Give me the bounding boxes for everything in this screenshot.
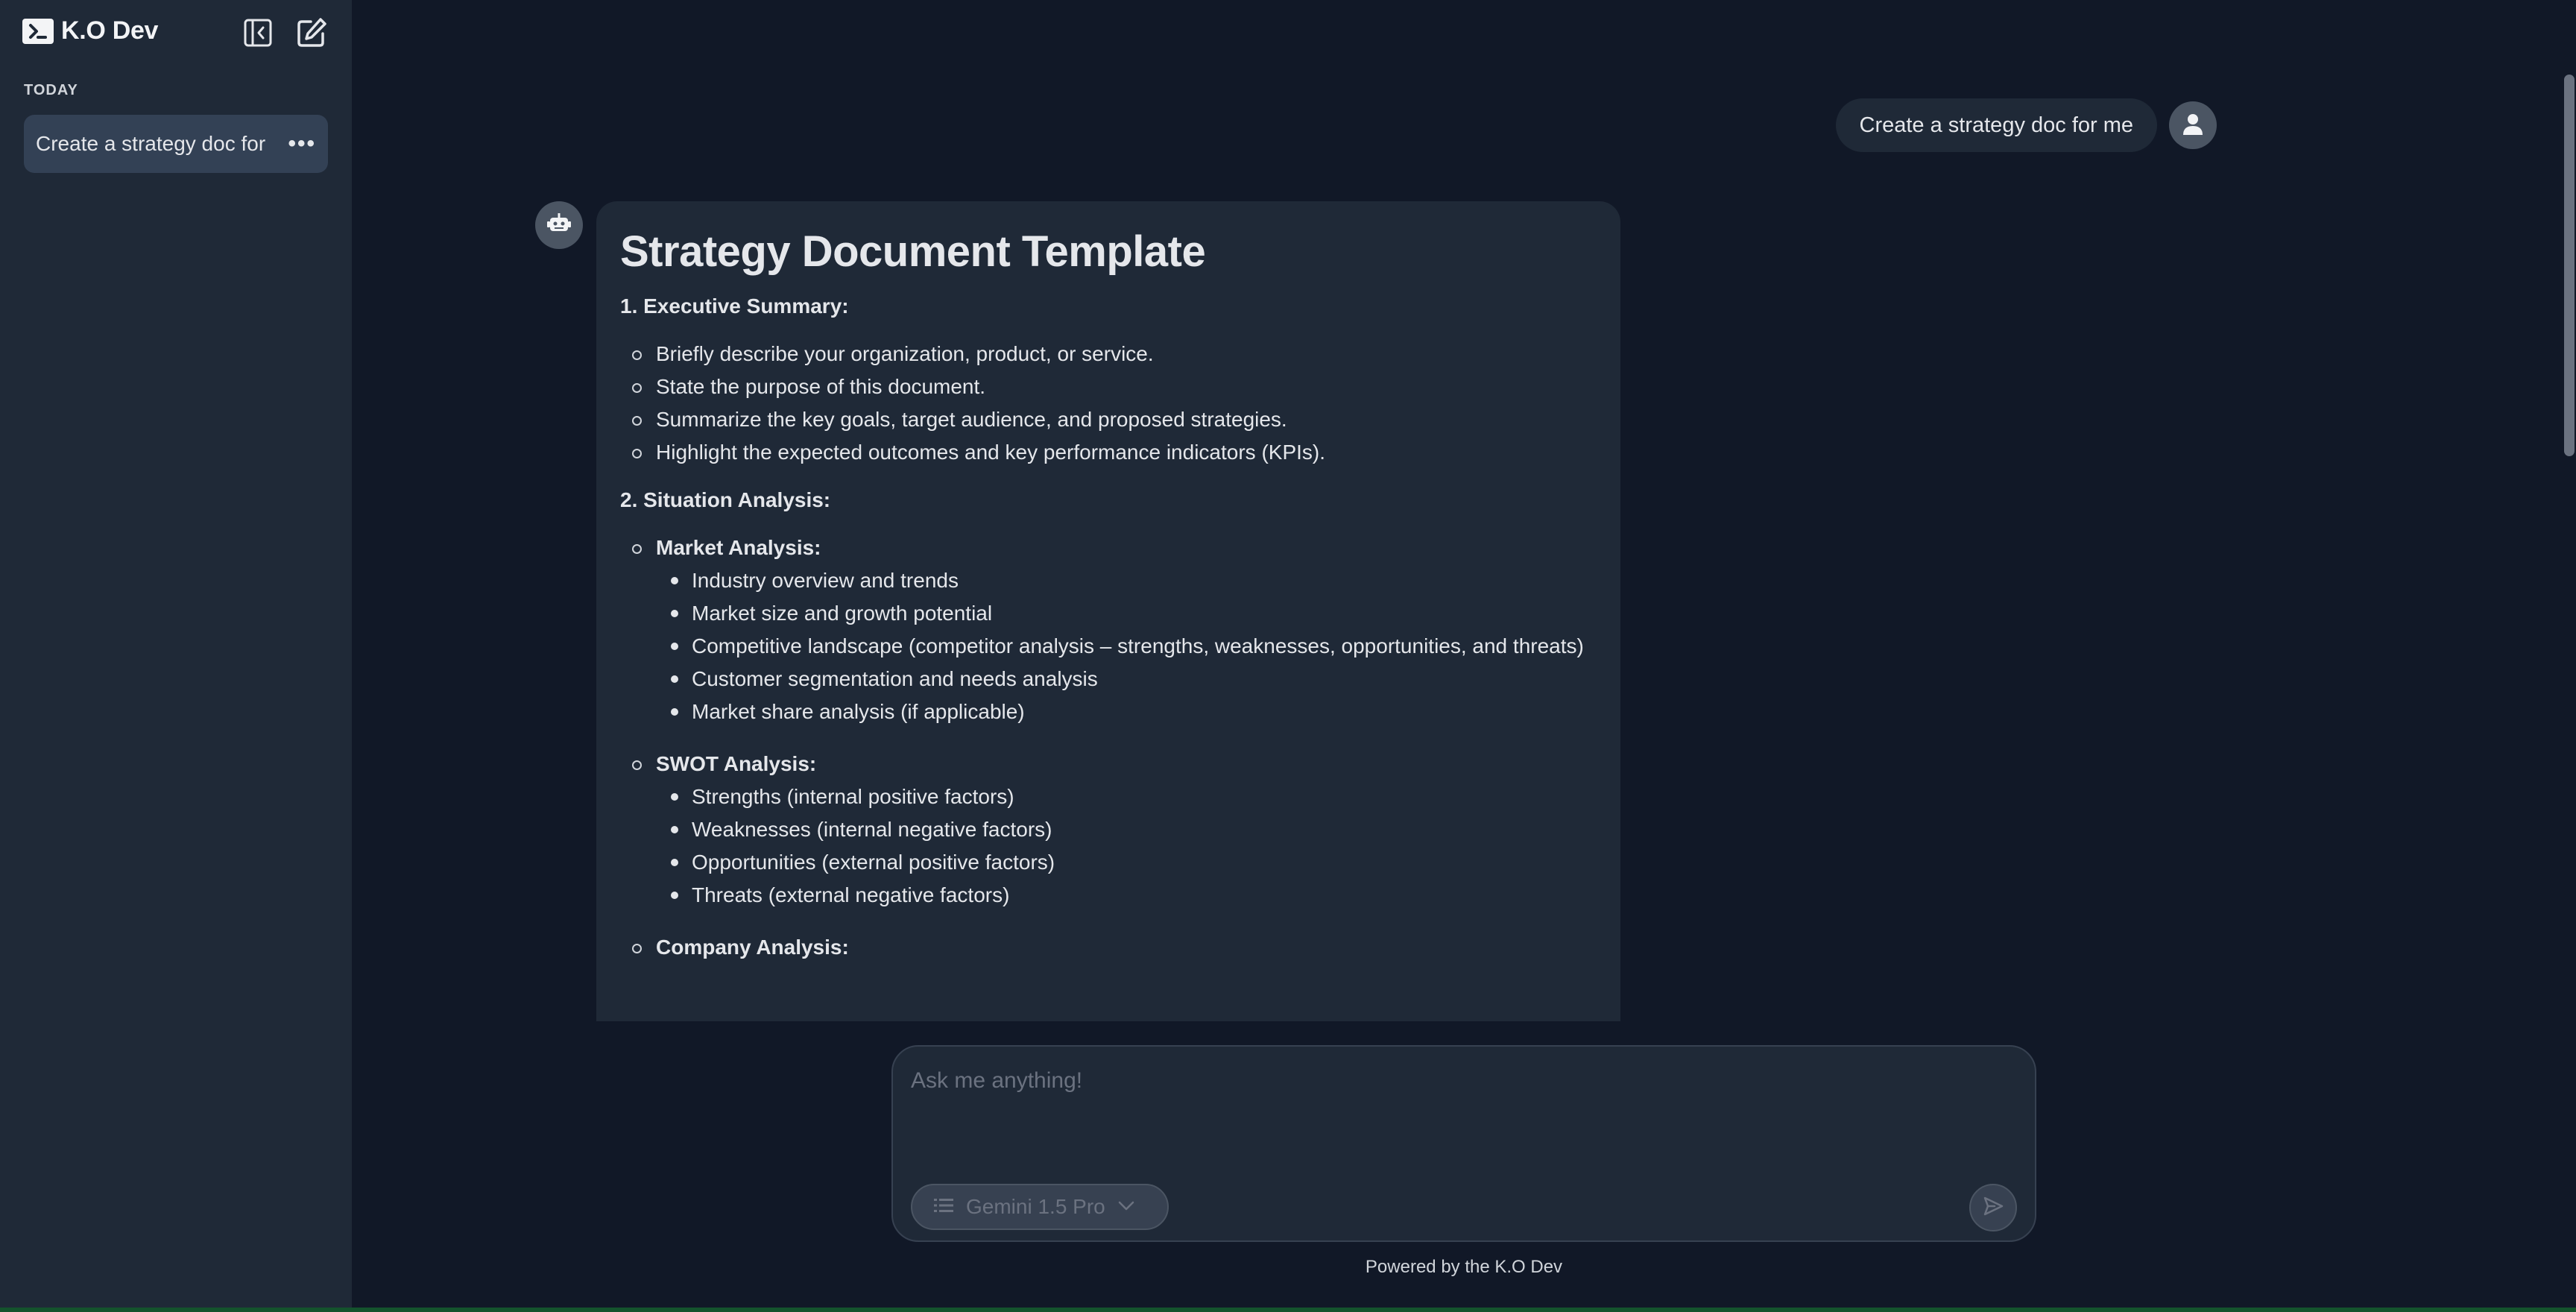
terminal-icon: [22, 18, 54, 44]
sidebar-collapse-icon: [243, 18, 273, 51]
sub-bullet-list: Strengths (internal positive factors) We…: [656, 780, 1597, 912]
list-item: Opportunities (external positive factors…: [671, 846, 1597, 879]
list-item: Customer segmentation and needs analysis: [671, 663, 1597, 696]
bullet-list: Briefly describe your organization, prod…: [620, 338, 1597, 469]
app-window: K.O Dev TODAY Create a strategy doc for …: [0, 0, 2576, 1312]
list-item: Briefly describe your organization, prod…: [632, 338, 1597, 370]
edit-icon: [296, 17, 327, 52]
footer-note: Powered by the K.O Dev: [1365, 1257, 1563, 1277]
list-icon: [933, 1196, 954, 1218]
subsection-heading: SWOT Analysis:: [656, 752, 817, 775]
brand[interactable]: K.O Dev: [22, 16, 158, 45]
assistant-response: Strategy Document Template 1. Executive …: [596, 201, 1620, 1021]
list-group: Company Analysis:: [632, 931, 1597, 964]
more-options-icon[interactable]: •••: [288, 131, 316, 157]
section-heading: 2. Situation Analysis:: [620, 488, 831, 511]
list-item: Industry overview and trends: [671, 564, 1597, 597]
list-item: Summarize the key goals, target audience…: [632, 403, 1597, 436]
model-selector-label: Gemini 1.5 Pro: [966, 1195, 1105, 1218]
user-message-bubble: Create a strategy doc for me: [1835, 98, 2157, 152]
section-label-today: TODAY: [24, 82, 78, 98]
send-icon: [1982, 1195, 2004, 1221]
user-message-row: Create a strategy doc for me: [1835, 98, 2217, 152]
sidebar: K.O Dev TODAY Create a strategy doc for …: [0, 0, 352, 1312]
subsection-heading: Company Analysis:: [656, 936, 849, 959]
model-selector[interactable]: Gemini 1.5 Pro: [911, 1184, 1169, 1230]
list-item: State the purpose of this document.: [632, 370, 1597, 403]
list-item: Strengths (internal positive factors): [671, 780, 1597, 813]
list-item: Highlight the expected outcomes and key …: [632, 436, 1597, 469]
list-group: Market Analysis: Industry overview and t…: [632, 532, 1597, 728]
response-title: Strategy Document Template: [620, 227, 1206, 276]
list-item: Market share analysis (if applicable): [671, 696, 1597, 728]
chat-history-item-label: Create a strategy doc for: [36, 132, 266, 155]
user-avatar: [2169, 101, 2217, 149]
brand-name: K.O Dev: [61, 16, 159, 45]
chevron-down-icon: [1117, 1199, 1135, 1215]
assistant-avatar: [535, 201, 583, 249]
list-item: Market size and growth potential: [671, 597, 1597, 630]
chat-history-item[interactable]: Create a strategy doc for •••: [24, 115, 328, 173]
list-group: SWOT Analysis: Strengths (internal posit…: [632, 748, 1597, 912]
message-composer: Gemini 1.5 Pro: [891, 1045, 2036, 1242]
list-item: Competitive landscape (competitor analys…: [671, 630, 1597, 663]
list-item: Weaknesses (internal negative factors): [671, 813, 1597, 846]
message-input[interactable]: [909, 1059, 2012, 1103]
new-chat-button[interactable]: [294, 16, 329, 52]
sub-bullet-list: Industry overview and trends Market size…: [656, 564, 1597, 728]
list-item: Threats (external negative factors): [671, 879, 1597, 912]
window-bottom-border: [0, 1308, 2576, 1312]
collapse-sidebar-button[interactable]: [240, 16, 276, 52]
user-icon: [2180, 111, 2206, 140]
section-heading: 1. Executive Summary:: [620, 294, 849, 318]
scrollbar-thumb[interactable]: [2564, 75, 2575, 456]
bullet-list: Market Analysis: Industry overview and t…: [620, 532, 1597, 964]
robot-icon: [546, 210, 572, 241]
send-button[interactable]: [1969, 1184, 2017, 1231]
subsection-heading: Market Analysis:: [656, 536, 821, 559]
